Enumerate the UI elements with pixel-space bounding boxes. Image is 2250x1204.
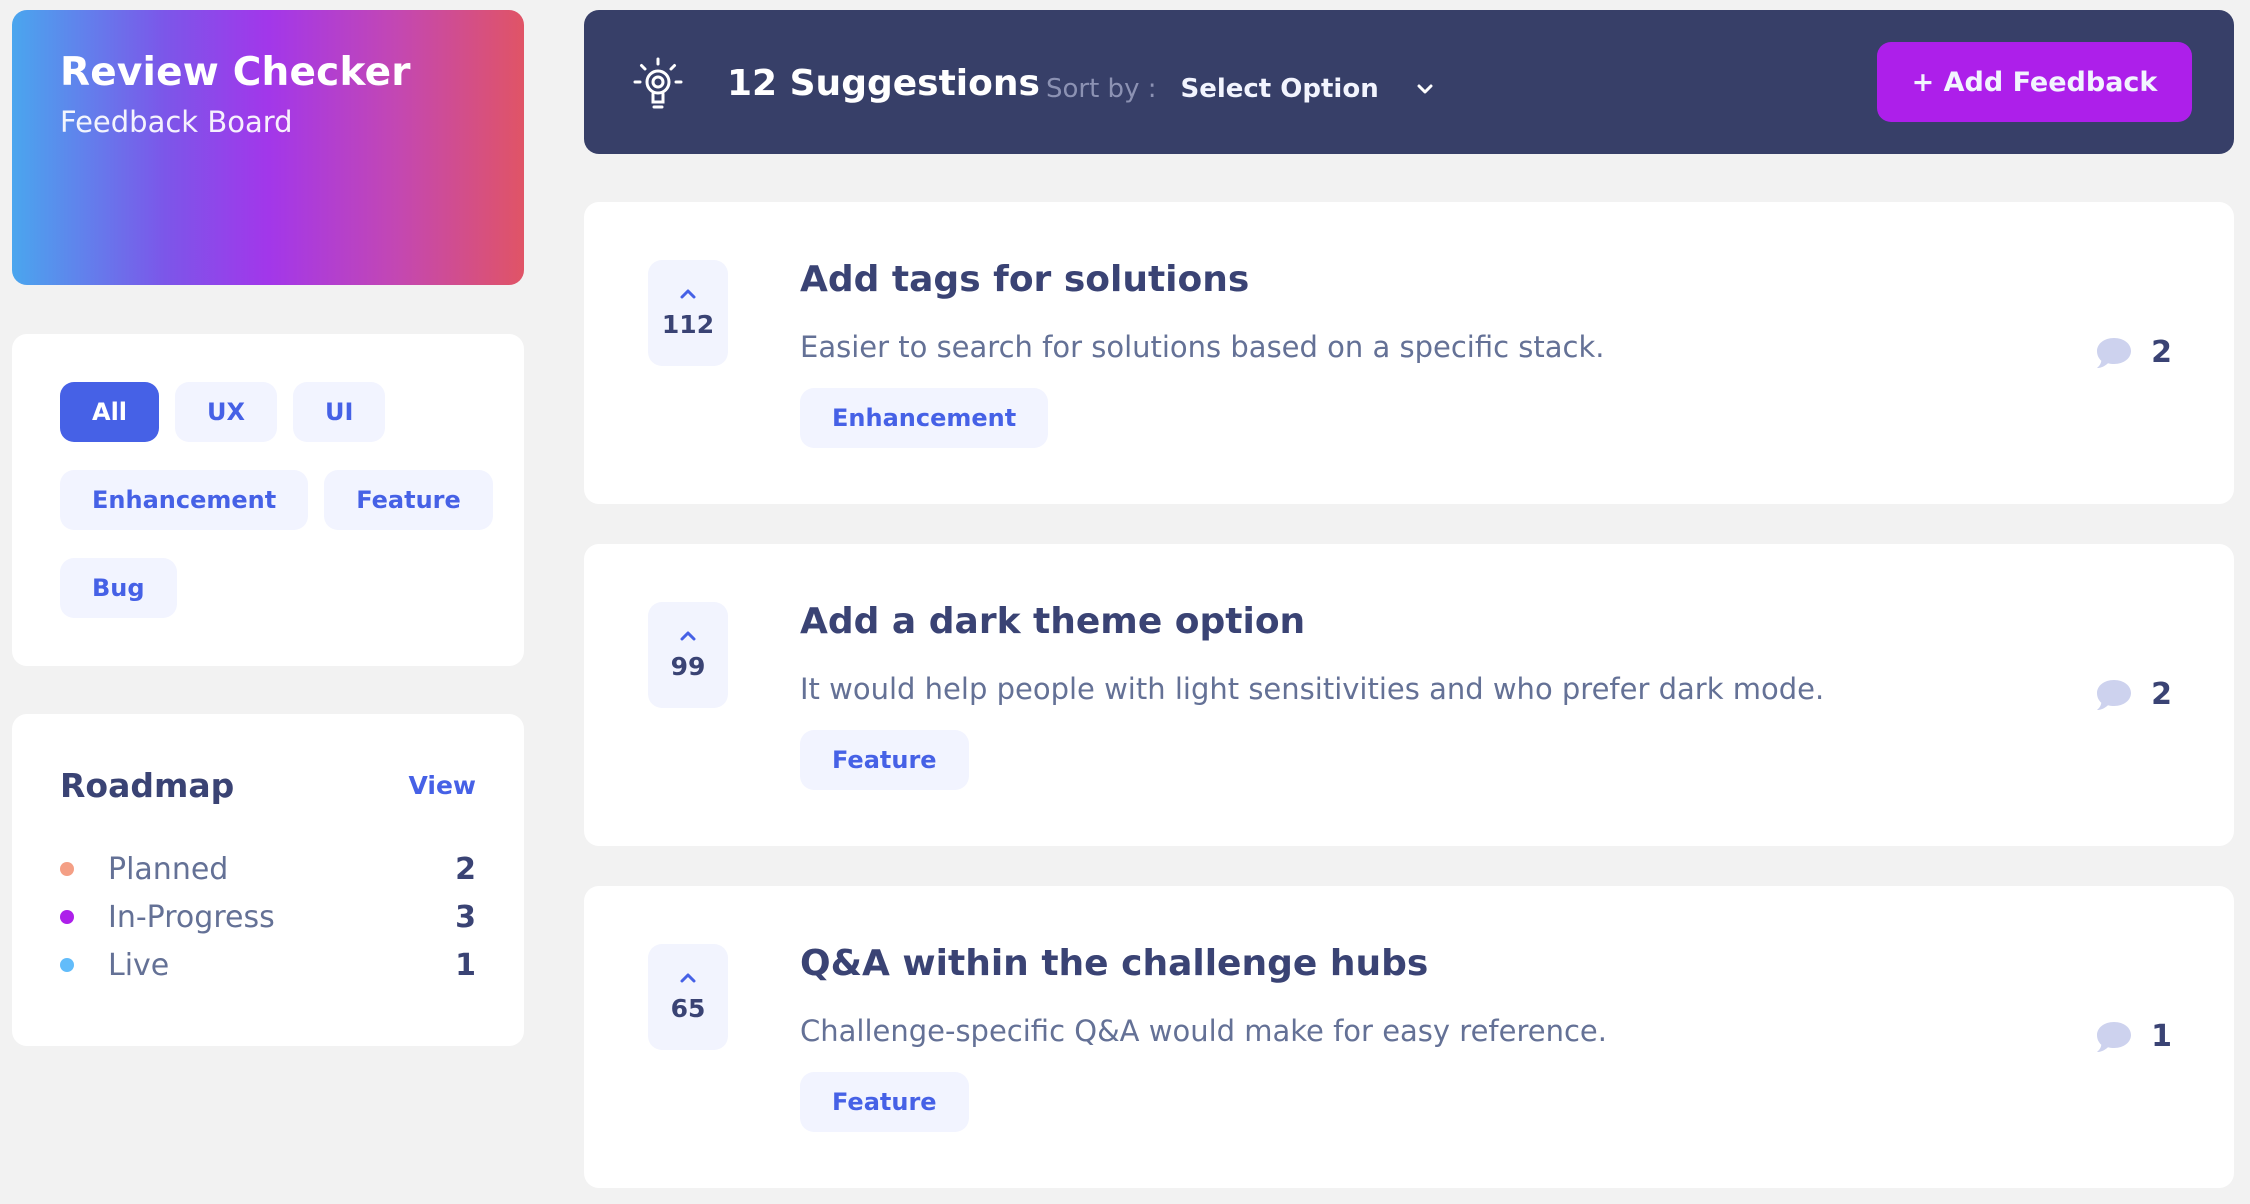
status-dot-planned <box>60 862 74 876</box>
roadmap-item-count: 2 <box>455 851 476 887</box>
roadmap-view-link[interactable]: View <box>408 771 476 800</box>
lightbulb-icon <box>633 57 683 109</box>
chevron-up-icon <box>680 973 696 982</box>
comment-count-value: 2 <box>2151 335 2172 370</box>
roadmap-item-planned: Planned 2 <box>60 845 476 893</box>
chevron-up-icon <box>680 289 696 298</box>
status-dot-live <box>60 958 74 972</box>
roadmap-item-count: 1 <box>455 947 476 983</box>
comment-count-value: 1 <box>2151 1019 2172 1054</box>
filter-chip-bug[interactable]: Bug <box>60 558 177 618</box>
filter-chip-enhancement[interactable]: Enhancement <box>60 470 309 530</box>
suggestion-description: Challenge-specific Q&A would make for ea… <box>800 1014 1607 1048</box>
sort-dropdown[interactable]: Sort by : Select Option <box>1046 76 1433 102</box>
suggestion-title[interactable]: Add tags for solutions <box>800 260 1249 300</box>
add-feedback-button[interactable]: + Add Feedback <box>1877 42 2192 122</box>
sort-label: Sort by : <box>1046 74 1157 104</box>
roadmap-item-label: Planned <box>108 851 229 887</box>
roadmap-item-label: In-Progress <box>108 899 275 935</box>
filter-chip-feature[interactable]: Feature <box>324 470 493 530</box>
comment-count[interactable]: 2 <box>2095 335 2172 370</box>
comment-count-value: 2 <box>2151 677 2172 712</box>
suggestions-toolbar: 12 Suggestions Sort by : Select Option +… <box>584 10 2234 154</box>
filter-chip-ui[interactable]: UI <box>293 382 386 442</box>
upvote-button[interactable]: 112 <box>648 260 728 366</box>
filter-chip-ux[interactable]: UX <box>175 382 278 442</box>
category-filter-panel: All UX UI Enhancement Feature Bug <box>12 334 524 666</box>
filter-chip-all[interactable]: All <box>60 382 160 442</box>
roadmap-item-count: 3 <box>455 899 476 935</box>
roadmap-panel: Roadmap View Planned 2 In-Progress 3 Liv… <box>12 714 524 1046</box>
comment-count[interactable]: 1 <box>2095 1019 2172 1054</box>
roadmap-item-label: Live <box>108 947 170 983</box>
suggestion-title[interactable]: Add a dark theme option <box>800 602 1305 642</box>
brand-title: Review Checker <box>60 50 411 95</box>
upvote-count: 112 <box>661 309 715 339</box>
filter-row: All UX UI <box>60 382 484 442</box>
filter-row: Enhancement Feature <box>60 470 493 530</box>
brand-card: Review Checker Feedback Board <box>12 10 524 285</box>
suggestion-category-tag[interactable]: Feature <box>800 1072 969 1132</box>
suggestion-description: It would help people with light sensitiv… <box>800 672 1825 706</box>
upvote-count: 65 <box>670 993 706 1023</box>
upvote-count: 99 <box>670 651 706 681</box>
sort-selected-value[interactable]: Select Option <box>1180 76 1378 102</box>
filter-row: Bug <box>60 558 484 618</box>
roadmap-item-live: Live 1 <box>60 941 476 989</box>
comment-bubble-icon <box>2097 679 2132 710</box>
suggestion-count-title: 12 Suggestions <box>727 63 1040 104</box>
comment-bubble-icon <box>2097 337 2132 368</box>
upvote-button[interactable]: 99 <box>648 602 728 708</box>
brand-subtitle: Feedback Board <box>60 105 293 139</box>
suggestion-card[interactable]: 112 Add tags for solutions Easier to sea… <box>584 202 2234 504</box>
suggestion-description: Easier to search for solutions based on … <box>800 330 1605 364</box>
suggestion-title[interactable]: Q&A within the challenge hubs <box>800 944 1428 984</box>
status-dot-in-progress <box>60 910 74 924</box>
chevron-down-icon[interactable] <box>1417 84 1433 94</box>
suggestion-category-tag[interactable]: Feature <box>800 730 969 790</box>
suggestion-card[interactable]: 99 Add a dark theme option It would help… <box>584 544 2234 846</box>
suggestion-category-tag[interactable]: Enhancement <box>800 388 1049 448</box>
chevron-up-icon <box>680 631 696 640</box>
comment-count[interactable]: 2 <box>2095 677 2172 712</box>
roadmap-title: Roadmap <box>60 766 235 805</box>
suggestion-card[interactable]: 65 Q&A within the challenge hubs Challen… <box>584 886 2234 1188</box>
upvote-button[interactable]: 65 <box>648 944 728 1050</box>
comment-bubble-icon <box>2097 1021 2132 1052</box>
roadmap-item-in-progress: In-Progress 3 <box>60 893 476 941</box>
roadmap-header: Roadmap View <box>60 766 476 805</box>
